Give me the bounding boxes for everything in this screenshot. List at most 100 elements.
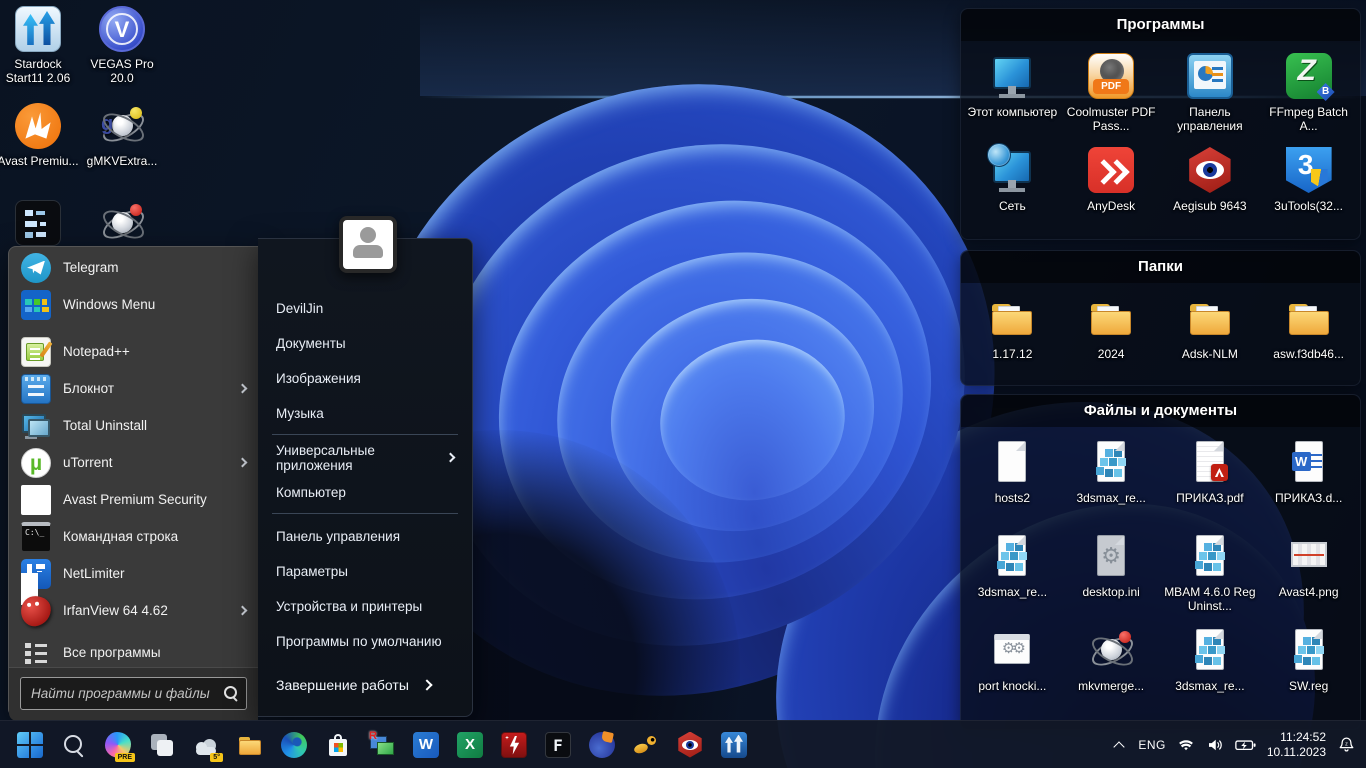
fence-item[interactable]: Панель управления bbox=[1161, 49, 1260, 143]
desktop-icon[interactable]: VEGAS Pro 20.0 bbox=[80, 4, 164, 101]
cpanel-icon bbox=[1187, 53, 1233, 99]
taskbar-item[interactable] bbox=[320, 726, 356, 764]
pinned-apps-group: Telegram Windows Menu bbox=[9, 247, 258, 323]
fence-item[interactable]: port knocki... bbox=[963, 623, 1062, 717]
taskbar-item[interactable] bbox=[716, 726, 752, 764]
volume-icon[interactable] bbox=[1206, 736, 1224, 754]
wifi-icon[interactable] bbox=[1177, 736, 1195, 754]
start-menu-app-label: NetLimiter bbox=[63, 566, 125, 581]
start-menu-link[interactable]: Программы по умолчанию bbox=[258, 624, 472, 659]
taskbar-item[interactable] bbox=[496, 726, 532, 764]
start-menu-app-item[interactable]: Avast Premium Security bbox=[9, 481, 258, 518]
tbexcel-icon bbox=[457, 732, 483, 758]
shutdown-button[interactable]: Завершение работы bbox=[258, 668, 472, 702]
taskbar-item[interactable]: 5° bbox=[188, 726, 224, 764]
fence-item[interactable]: FFmpeg Batch A... bbox=[1259, 49, 1358, 143]
start-menu-link[interactable]: Музыка bbox=[258, 396, 472, 431]
fence-item[interactable]: asw.f3db46... bbox=[1259, 291, 1358, 391]
fence-item[interactable]: MBAM 4.6.0 Reg Uninst... bbox=[1161, 529, 1260, 623]
divider bbox=[272, 513, 458, 514]
taskbar-item[interactable] bbox=[144, 726, 180, 764]
tbant-icon bbox=[633, 732, 659, 758]
start-menu-app-item[interactable]: Блокнот bbox=[9, 370, 258, 407]
tbfences-icon bbox=[545, 732, 571, 758]
fence-item[interactable]: 3dsmax_re... bbox=[1062, 435, 1161, 529]
fence-item[interactable]: desktop.ini bbox=[1062, 529, 1161, 623]
fence-item[interactable]: 1.17.12 bbox=[963, 291, 1062, 391]
taskbar-item[interactable]: PRE bbox=[100, 726, 136, 764]
start-menu: Telegram Windows Menu Notepad++ Блокнот bbox=[8, 238, 473, 717]
start-menu-link-label: Компьютер bbox=[276, 485, 346, 500]
start-menu-link[interactable]: Параметры bbox=[258, 554, 472, 589]
taskbar-item[interactable] bbox=[276, 726, 312, 764]
taskbar-item[interactable] bbox=[452, 726, 488, 764]
fence-folders-title[interactable]: Папки bbox=[961, 251, 1360, 283]
start-menu-link[interactable]: DevilJin bbox=[258, 291, 472, 326]
fence-item[interactable]: SW.reg bbox=[1259, 623, 1358, 717]
fence-item[interactable]: Adsk-NLM bbox=[1161, 291, 1260, 391]
totaluninstall-icon bbox=[21, 411, 51, 441]
start-menu-link[interactable]: Панель управления bbox=[258, 519, 472, 554]
desktop-icon[interactable]: Stardock Start11 2.06 bbox=[0, 4, 80, 101]
fence-item[interactable]: mkvmerge... bbox=[1062, 623, 1161, 717]
taskbar-item[interactable] bbox=[364, 726, 400, 764]
fence-item[interactable]: 3dsmax_re... bbox=[1161, 623, 1260, 717]
search-icon[interactable] bbox=[223, 685, 239, 701]
fence-item[interactable]: Coolmuster PDF Pass... bbox=[1062, 49, 1161, 143]
start-menu-app-item[interactable]: uTorrent bbox=[9, 444, 258, 481]
start-menu-link[interactable]: Универсальные приложения bbox=[258, 440, 472, 475]
taskbar-item[interactable] bbox=[56, 726, 92, 764]
start-menu-app-label: Notepad++ bbox=[63, 344, 130, 359]
language-indicator[interactable]: ENG bbox=[1138, 738, 1166, 752]
taskbar-item[interactable] bbox=[12, 726, 48, 764]
taskbar-item[interactable] bbox=[628, 726, 664, 764]
notification-bell-dnd-icon[interactable]: z bbox=[1337, 735, 1356, 754]
fence-folders: Папки 1.17.12 2024 Adsk-NLM asw.f3db46..… bbox=[960, 250, 1361, 386]
taskbar-item[interactable] bbox=[232, 726, 268, 764]
fence-files-title[interactable]: Файлы и документы bbox=[961, 395, 1360, 427]
start-menu-link[interactable]: Изображения bbox=[258, 361, 472, 396]
fence-item[interactable]: Этот компьютер bbox=[963, 49, 1062, 143]
portknock-icon bbox=[989, 627, 1035, 673]
start-menu-app-item[interactable]: Windows Menu bbox=[9, 286, 258, 323]
taskbar-item[interactable] bbox=[672, 726, 708, 764]
fence-item-label: 3dsmax_re... bbox=[1076, 491, 1145, 505]
taskbar: PRE 5° bbox=[0, 720, 1366, 768]
start-menu-link[interactable]: Компьютер bbox=[258, 475, 472, 510]
chevron-up-icon[interactable] bbox=[1111, 737, 1127, 753]
start-menu-app-item[interactable]: Telegram bbox=[9, 249, 258, 286]
taskbar-item[interactable] bbox=[584, 726, 620, 764]
start-menu-link[interactable]: Устройства и принтеры bbox=[258, 589, 472, 624]
fence-item[interactable]: 2024 bbox=[1062, 291, 1161, 391]
fence-item[interactable]: 3uTools(32... bbox=[1259, 143, 1358, 237]
fence-item[interactable]: Aegisub 9643 bbox=[1161, 143, 1260, 237]
start-menu-app-item[interactable]: NetLimiter bbox=[9, 555, 258, 592]
desktop-icon[interactable]: Avast Premiu... bbox=[0, 101, 80, 198]
fence-item[interactable]: ПРИКАЗ.d... bbox=[1259, 435, 1358, 529]
fence-item[interactable]: hosts2 bbox=[963, 435, 1062, 529]
fence-item[interactable]: Avast4.png bbox=[1259, 529, 1358, 623]
start-menu-link[interactable]: Документы bbox=[258, 326, 472, 361]
taskbar-item[interactable] bbox=[408, 726, 444, 764]
fence-item[interactable]: ПРИКАЗ.pdf bbox=[1161, 435, 1260, 529]
all-programs-label: Все программы bbox=[63, 645, 161, 660]
fence-item[interactable]: AnyDesk bbox=[1062, 143, 1161, 237]
image-icon bbox=[1286, 533, 1332, 579]
start-menu-app-label: Total Uninstall bbox=[63, 418, 147, 433]
fence-item[interactable]: Сеть bbox=[963, 143, 1062, 237]
battery-charging-icon[interactable] bbox=[1235, 736, 1256, 754]
search-input[interactable] bbox=[20, 677, 247, 710]
all-programs-button[interactable]: Все программы bbox=[9, 637, 258, 667]
registry-icon bbox=[1286, 627, 1332, 673]
taskbar-item[interactable] bbox=[540, 726, 576, 764]
clock[interactable]: 11:24:52 10.11.2023 bbox=[1267, 730, 1326, 759]
tbstart11-icon bbox=[721, 732, 747, 758]
fence-programs-title[interactable]: Программы bbox=[961, 9, 1360, 41]
start-menu-app-item[interactable]: Командная строка bbox=[9, 518, 258, 555]
start-menu-app-item[interactable]: Total Uninstall bbox=[9, 407, 258, 444]
user-avatar[interactable] bbox=[339, 216, 397, 273]
fence-item[interactable]: 3dsmax_re... bbox=[963, 529, 1062, 623]
desktop-icon[interactable]: gMKVExtra... bbox=[80, 101, 164, 198]
start-menu-app-item[interactable]: Notepad++ bbox=[9, 333, 258, 370]
start-menu-app-item[interactable]: IrfanView 64 4.62 bbox=[9, 592, 258, 629]
